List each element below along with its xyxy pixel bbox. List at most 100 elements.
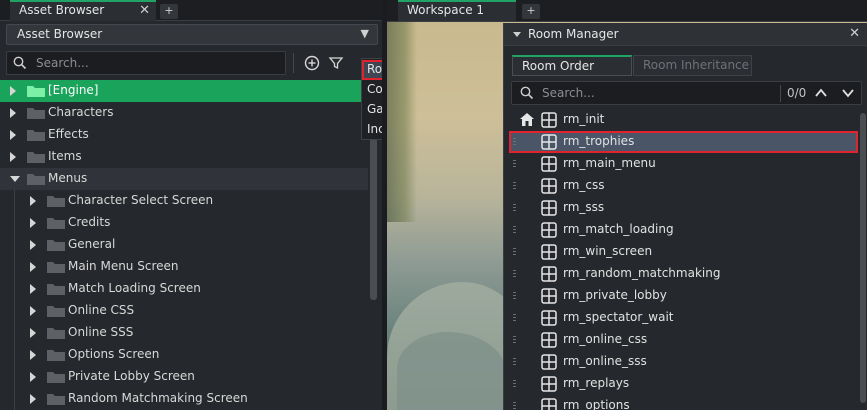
- tree-item-label: General: [68, 237, 116, 251]
- drag-handle-icon[interactable]: [513, 380, 516, 389]
- search-icon: [13, 56, 27, 70]
- drag-handle-icon[interactable]: [513, 336, 516, 345]
- caret-down-icon[interactable]: [10, 176, 20, 182]
- tab-workspace-1[interactable]: Workspace 1: [398, 0, 516, 21]
- drag-handle-icon[interactable]: [513, 358, 516, 367]
- drag-handle-icon[interactable]: [513, 402, 516, 410]
- caret-right-icon[interactable]: [30, 372, 36, 382]
- collapse-icon[interactable]: [513, 32, 521, 37]
- room-row[interactable]: rm_css: [509, 175, 858, 197]
- room-name: rm_random_matchmaking: [563, 266, 721, 280]
- drag-handle-icon[interactable]: [513, 138, 516, 147]
- room-row[interactable]: rm_sss: [509, 197, 858, 219]
- folder-icon: [47, 240, 65, 251]
- tree-item[interactable]: Credits: [0, 212, 368, 234]
- tree-item[interactable]: Match Loading Screen: [0, 278, 368, 300]
- tree-item[interactable]: Characters: [0, 102, 368, 124]
- tab-room-inheritance[interactable]: Room Inheritance: [633, 55, 752, 76]
- add-circle-icon[interactable]: [303, 54, 321, 72]
- tree-item[interactable]: General: [0, 234, 368, 256]
- room-manager-titlebar[interactable]: Room Manager ✕: [504, 23, 867, 46]
- tree-item[interactable]: [Engine]: [0, 80, 368, 102]
- room-list-scrollbar[interactable]: [859, 109, 867, 410]
- room-name: rm_spectator_wait: [563, 310, 674, 324]
- room-row[interactable]: rm_options: [509, 395, 858, 410]
- chevron-down-icon[interactable]: [842, 88, 854, 98]
- caret-right-icon[interactable]: [10, 86, 16, 96]
- add-tab-button[interactable]: +: [160, 4, 178, 19]
- room-icon: [541, 134, 557, 150]
- folder-icon: [47, 218, 65, 229]
- drag-handle-icon[interactable]: [513, 314, 516, 323]
- tree-item-label: Items: [48, 149, 82, 163]
- tree-item-label: Credits: [68, 215, 111, 229]
- drag-handle-icon[interactable]: [513, 226, 516, 235]
- room-row[interactable]: rm_init: [509, 109, 858, 131]
- toolbar-divider: [293, 53, 294, 73]
- caret-right-icon[interactable]: [10, 130, 16, 140]
- caret-right-icon[interactable]: [30, 196, 36, 206]
- asset-browser-panel: Asset Browser ✕ + Asset Browser ▼ Search…: [0, 0, 382, 410]
- tree-item[interactable]: Menus: [0, 168, 368, 190]
- tree-item-label: [Engine]: [48, 83, 99, 97]
- drag-handle-icon[interactable]: [513, 292, 516, 301]
- room-row[interactable]: rm_trophies: [509, 131, 858, 153]
- tree-item[interactable]: Items: [0, 146, 368, 168]
- drag-handle-icon[interactable]: [513, 204, 516, 213]
- room-row[interactable]: rm_online_css: [509, 329, 858, 351]
- room-name: rm_online_css: [563, 332, 648, 346]
- room-row[interactable]: rm_main_menu: [509, 153, 858, 175]
- match-count: 0/0: [787, 86, 807, 100]
- caret-right-icon[interactable]: [30, 394, 36, 404]
- close-icon[interactable]: ✕: [849, 26, 860, 41]
- chevron-up-icon[interactable]: [815, 88, 827, 98]
- tab-room-order[interactable]: Room Order: [512, 55, 632, 76]
- drag-handle-icon[interactable]: [513, 270, 516, 279]
- caret-right-icon[interactable]: [30, 284, 36, 294]
- view-selector-value: Asset Browser: [17, 27, 103, 41]
- drag-handle-icon[interactable]: [513, 160, 516, 169]
- tree-item[interactable]: Online SSS: [0, 322, 368, 344]
- caret-right-icon[interactable]: [30, 306, 36, 316]
- tree-item[interactable]: Online CSS: [0, 300, 368, 322]
- tab-asset-browser[interactable]: Asset Browser ✕: [10, 0, 156, 21]
- scrollbar-thumb[interactable]: [860, 113, 866, 403]
- room-row[interactable]: rm_replays: [509, 373, 858, 395]
- caret-right-icon[interactable]: [10, 152, 16, 162]
- view-selector-dropdown[interactable]: Asset Browser ▼: [6, 24, 378, 45]
- room-icon: [541, 310, 557, 326]
- room-row[interactable]: rm_spectator_wait: [509, 307, 858, 329]
- caret-right-icon[interactable]: [30, 262, 36, 272]
- caret-right-icon[interactable]: [30, 328, 36, 338]
- tree-item[interactable]: Private Lobby Screen: [0, 366, 368, 388]
- filter-icon[interactable]: [327, 54, 345, 72]
- room-row[interactable]: rm_private_lobby: [509, 285, 858, 307]
- add-workspace-button[interactable]: +: [522, 4, 540, 19]
- tab-room-order-label: Room Order: [522, 59, 595, 73]
- tree-item[interactable]: Random Matchmaking Screen: [0, 388, 368, 410]
- asset-search-input[interactable]: Search...: [6, 51, 286, 75]
- room-row[interactable]: rm_match_loading: [509, 219, 858, 241]
- tree-item[interactable]: Options Screen: [0, 344, 368, 366]
- caret-right-icon[interactable]: [30, 350, 36, 360]
- caret-right-icon[interactable]: [30, 218, 36, 228]
- folder-icon: [27, 130, 45, 141]
- room-icon: [541, 376, 557, 392]
- tree-item[interactable]: Effects: [0, 124, 368, 146]
- tree-item-label: Menus: [48, 171, 88, 185]
- room-row[interactable]: rm_win_screen: [509, 241, 858, 263]
- tree-item[interactable]: Main Menu Screen: [0, 256, 368, 278]
- caret-right-icon[interactable]: [10, 108, 16, 118]
- room-search-input[interactable]: Search... 0/0: [511, 81, 862, 105]
- room-row[interactable]: rm_online_sss: [509, 351, 858, 373]
- tree-item[interactable]: Character Select Screen: [0, 190, 368, 212]
- caret-right-icon[interactable]: [30, 240, 36, 250]
- drag-handle-icon[interactable]: [513, 248, 516, 257]
- room-icon: [541, 266, 557, 282]
- room-row[interactable]: rm_random_matchmaking: [509, 263, 858, 285]
- room-search-placeholder: Search...: [542, 86, 595, 100]
- close-icon[interactable]: ✕: [139, 3, 150, 18]
- folder-icon: [47, 394, 65, 405]
- drag-handle-icon[interactable]: [513, 182, 516, 191]
- asset-tree: [Engine] Characters Effects Items Menus Chara…: [0, 80, 368, 410]
